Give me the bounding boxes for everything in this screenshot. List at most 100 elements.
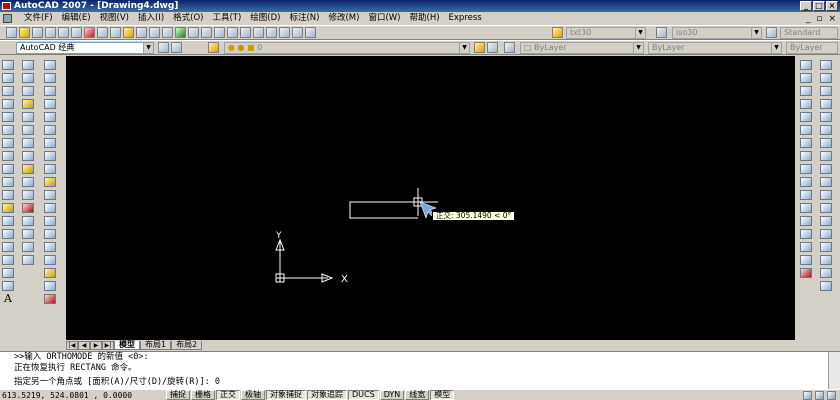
lineweight-select[interactable]: ByLayer	[786, 42, 838, 54]
new-icon[interactable]	[6, 27, 17, 38]
menu-item[interactable]: 标注(N)	[285, 12, 323, 25]
close-button[interactable]: ×	[826, 1, 838, 11]
snap-intersection-icon[interactable]	[800, 112, 812, 122]
erase-icon[interactable]	[44, 60, 56, 70]
menu-item[interactable]: 窗口(W)	[364, 12, 404, 25]
ellipse-arc-icon[interactable]	[2, 190, 14, 200]
linear-dimension-icon[interactable]	[820, 60, 832, 70]
angular-dimension-icon[interactable]	[820, 151, 832, 161]
text-style-select[interactable]: txt30 ▼	[566, 27, 646, 39]
snap-extension-icon[interactable]	[800, 138, 812, 148]
menu-item[interactable]: 修改(M)	[324, 12, 363, 25]
plot-preview-icon[interactable]	[58, 27, 69, 38]
mline-icon[interactable]	[22, 151, 34, 161]
match-properties-icon[interactable]	[123, 27, 134, 38]
helix-icon[interactable]	[22, 242, 34, 252]
status-toggle-button[interactable]: DUCS	[348, 390, 379, 400]
donut-2-icon[interactable]	[22, 255, 34, 265]
tab-model[interactable]: 模型	[114, 340, 140, 350]
menu-item[interactable]: 视图(V)	[96, 12, 133, 25]
3d-face-icon[interactable]	[22, 190, 34, 200]
snap-perpendicular-icon[interactable]	[800, 190, 812, 200]
sheet-set-icon[interactable]	[266, 27, 277, 38]
quick-leader-icon[interactable]	[820, 203, 832, 213]
polygon-icon[interactable]	[2, 99, 14, 109]
gradient-icon[interactable]	[2, 255, 14, 265]
minimize-button[interactable]: _	[800, 1, 812, 11]
paste-icon[interactable]	[110, 27, 121, 38]
measure-icon[interactable]	[22, 138, 34, 148]
menu-item[interactable]: 插入(I)	[134, 12, 168, 25]
construction-line-icon[interactable]	[2, 73, 14, 83]
solid-icon[interactable]	[22, 164, 34, 174]
open-icon[interactable]	[19, 27, 30, 38]
snap-from-icon[interactable]	[800, 73, 812, 83]
sketch-icon[interactable]	[22, 86, 34, 96]
status-toggle-button[interactable]: 对象追踪	[307, 390, 347, 400]
point-icon[interactable]	[2, 229, 14, 239]
polyline-icon[interactable]	[2, 86, 14, 96]
color-select[interactable]: □ ByLayer ▼	[520, 42, 644, 54]
tool-palettes-icon[interactable]	[253, 27, 264, 38]
linetype-select[interactable]: ByLayer ▼	[648, 42, 782, 54]
snap-quadrant-icon[interactable]	[800, 164, 812, 174]
layer-previous-icon[interactable]	[487, 42, 498, 53]
chamfer-icon[interactable]	[44, 242, 56, 252]
osnap-settings-icon[interactable]	[800, 268, 812, 278]
workspace-save-icon[interactable]	[171, 42, 182, 53]
tab-layout1[interactable]: 布局1	[140, 340, 172, 350]
dim-style-select[interactable]: iso30 ▼	[672, 27, 762, 39]
continue-dimension-icon[interactable]	[820, 190, 832, 200]
table-style-select[interactable]: Standard	[780, 27, 838, 39]
snap-nearest-icon[interactable]	[800, 242, 812, 252]
field-icon[interactable]	[22, 216, 34, 226]
table-icon[interactable]	[2, 281, 14, 291]
layer-manager-icon[interactable]	[208, 42, 219, 53]
workspace-select[interactable]: AutoCAD 经典 ▼	[16, 42, 154, 54]
properties-icon[interactable]	[227, 27, 238, 38]
arc-length-icon[interactable]	[820, 86, 832, 96]
publish-icon[interactable]	[71, 27, 82, 38]
maximize-button[interactable]: □	[813, 1, 825, 11]
dimension-update-icon[interactable]	[820, 268, 832, 278]
snap-midpoint-icon[interactable]	[800, 99, 812, 109]
snap-tangent-icon[interactable]	[800, 177, 812, 187]
snap-insert-icon[interactable]	[800, 216, 812, 226]
jogged-dimension-icon[interactable]	[820, 125, 832, 135]
design-center-icon[interactable]	[240, 27, 251, 38]
menu-item[interactable]: 工具(T)	[208, 12, 245, 25]
divide-icon[interactable]	[22, 125, 34, 135]
menu-item[interactable]: Express	[445, 12, 486, 25]
snap-apparent-intersection-icon[interactable]	[800, 125, 812, 135]
menu-item[interactable]: 编辑(E)	[58, 12, 95, 25]
ray-icon[interactable]	[22, 229, 34, 239]
command-scrollbar[interactable]	[828, 352, 840, 389]
make-block-icon[interactable]	[2, 216, 14, 226]
explode-icon[interactable]	[44, 268, 56, 278]
insert-block-icon[interactable]	[2, 203, 14, 213]
workspace-settings-icon[interactable]	[158, 42, 169, 53]
diameter-dimension-icon[interactable]	[820, 138, 832, 148]
attribute-icon[interactable]	[22, 203, 34, 213]
copy-object-icon[interactable]	[44, 73, 56, 83]
snap-none-icon[interactable]	[800, 255, 812, 265]
trim-icon[interactable]	[44, 177, 56, 187]
status-toggle-button[interactable]: 模型	[430, 390, 455, 400]
dimension-text-edit-icon[interactable]	[820, 255, 832, 265]
cut-icon[interactable]	[84, 27, 95, 38]
next-tab-button[interactable]: ▶	[90, 340, 102, 350]
multiline-text-icon[interactable]: A	[2, 293, 14, 304]
temporary-tracking-icon[interactable]	[800, 60, 812, 70]
clean-screen-icon[interactable]	[827, 390, 836, 400]
make-object-layer-current-icon[interactable]	[474, 42, 485, 53]
join-icon[interactable]	[44, 229, 56, 239]
trace-icon[interactable]	[22, 177, 34, 187]
menu-item[interactable]: 格式(O)	[169, 12, 207, 25]
status-toggle-button[interactable]: 对象捕捉	[266, 390, 306, 400]
communication-center-icon[interactable]	[803, 390, 812, 400]
revision-cloud-icon[interactable]	[2, 151, 14, 161]
fillet-icon[interactable]	[44, 255, 56, 265]
baseline-dimension-icon[interactable]	[820, 177, 832, 187]
dimension-edit-icon[interactable]	[820, 242, 832, 252]
rotate-icon[interactable]	[44, 138, 56, 148]
